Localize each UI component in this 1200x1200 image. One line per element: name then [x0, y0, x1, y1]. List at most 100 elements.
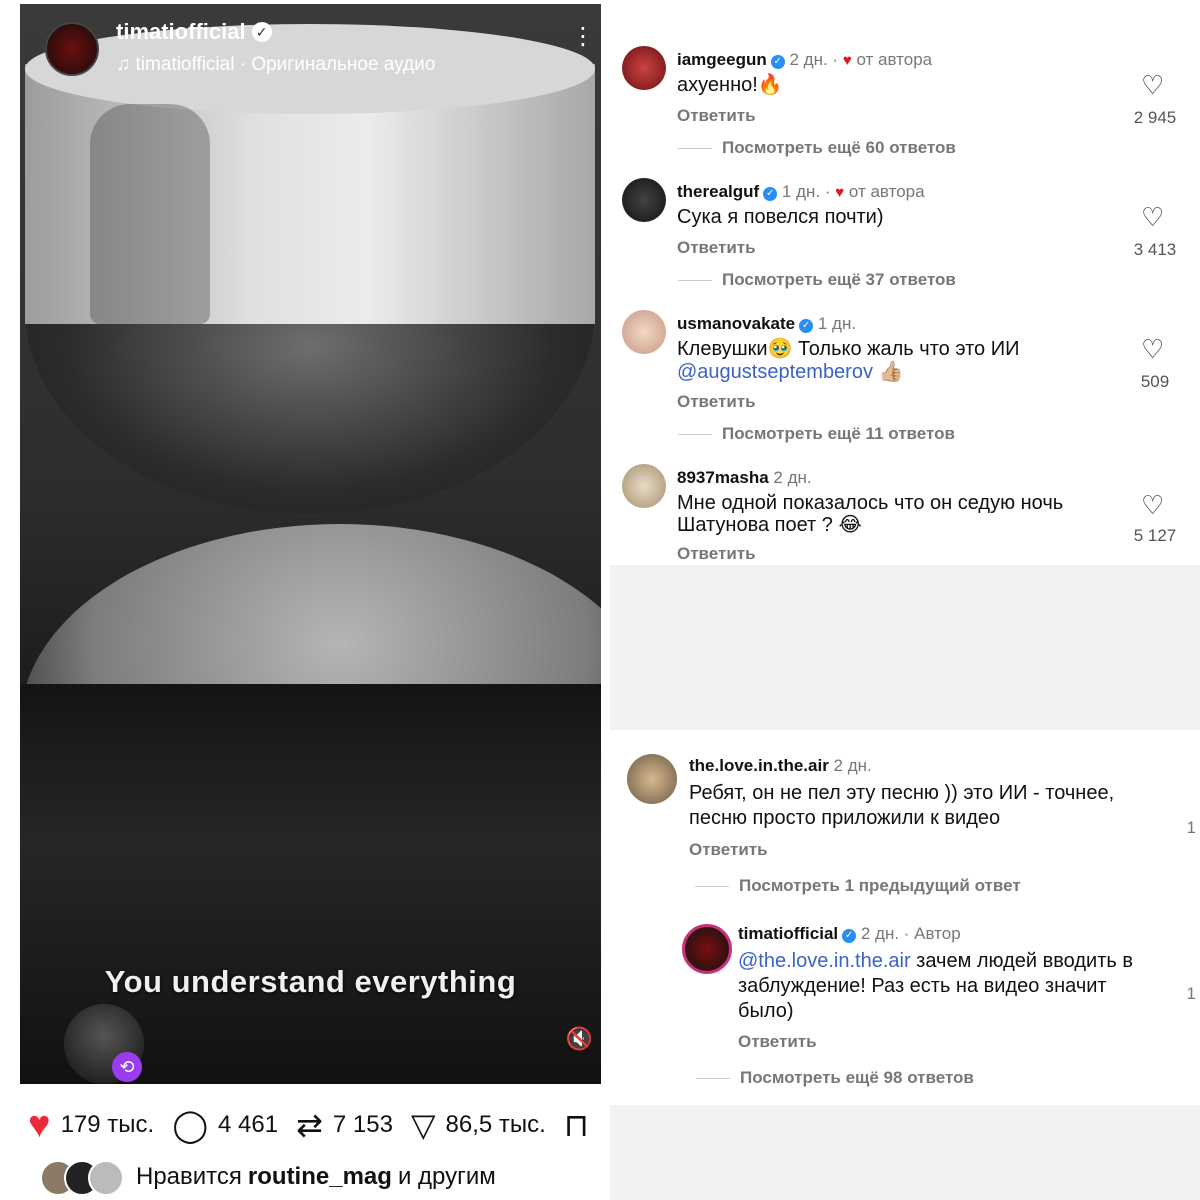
- author-username[interactable]: timatiofficial: [116, 19, 246, 44]
- comment-username[interactable]: iamgeegun ✓ 2 дн. · ♥ от автора: [677, 50, 932, 70]
- post-actions: ♥ 179 тыс. ◯ 4 461 ⇄ 7 153 ▽ 86,5 тыс. ⊓: [28, 1100, 589, 1150]
- performer-silhouette: [90, 104, 210, 324]
- bookmark-icon[interactable]: ⊓: [564, 1106, 589, 1144]
- avatar[interactable]: [627, 754, 677, 804]
- heart-outline-icon[interactable]: ♡: [1141, 70, 1164, 101]
- avatar[interactable]: [622, 46, 666, 90]
- comments-count[interactable]: 4 461: [218, 1111, 278, 1139]
- comment-text-line2: заблуждение! Раз есть на видео значит: [738, 975, 1107, 997]
- author-heart-icon: ♥: [835, 184, 845, 201]
- view-more-replies[interactable]: Посмотреть ещё 37 ответов: [678, 270, 956, 290]
- comment-text-line3: было): [738, 1000, 794, 1022]
- comments-panel-top: iamgeegun ✓ 2 дн. · ♥ от автора ахуенно!🔥…: [610, 0, 1200, 565]
- heart-outline-icon[interactable]: ♡: [1141, 334, 1164, 365]
- liked-by-user[interactable]: routine_mag: [248, 1163, 392, 1191]
- repost-icon[interactable]: ⇄: [296, 1106, 323, 1144]
- comment: 8937masha 2 дн. Мне одной показалось что…: [622, 464, 1200, 564]
- like-count: 5 127: [1133, 526, 1177, 545]
- comment-time: 1 дн.: [817, 314, 857, 333]
- post-panel: timatiofficial ✓ ♫ timatiofficial · Ориги…: [0, 0, 610, 1200]
- audio-label[interactable]: ♫ timatiofficial · Оригинальное аудио: [116, 54, 435, 76]
- music-note-icon: ♫: [116, 54, 131, 75]
- comment: usmanovakate ✓ 1 дн. Клевушки🥹 Только жал…: [622, 310, 1200, 450]
- comment-text-line2: Шатунова поет ? 😂: [677, 514, 862, 536]
- comment-username[interactable]: usmanovakate ✓ 1 дн.: [677, 314, 856, 334]
- author-heart-icon: ♥: [842, 52, 852, 69]
- reposts-count[interactable]: 7 153: [333, 1111, 393, 1139]
- reply-button[interactable]: Ответить: [677, 238, 756, 258]
- liked-by[interactable]: Нравится routine_mag и другим: [40, 1160, 496, 1196]
- more-options-icon[interactable]: ⋮: [571, 25, 595, 49]
- comment: iamgeegun ✓ 2 дн. · ♥ от автора ахуенно!🔥…: [622, 46, 1200, 166]
- comment: therealguf ✓ 1 дн. · ♥ от автора Сука я п…: [622, 178, 1200, 298]
- view-more-replies[interactable]: Посмотреть ещё 98 ответов: [696, 1068, 974, 1088]
- video-subtitle: You understand everything: [104, 964, 517, 999]
- reply-button[interactable]: Ответить: [677, 544, 756, 564]
- comment-text: Сука я повелся почти): [677, 206, 884, 228]
- like-count: 3 413: [1133, 240, 1177, 259]
- liker-avatar: [88, 1160, 124, 1196]
- author-avatar[interactable]: [45, 22, 99, 76]
- like-count-cut: 1: [1186, 984, 1196, 1003]
- reply-comment: timatiofficial ✓ 2 дн. · Автор @the.love.…: [622, 922, 1200, 1102]
- avatar[interactable]: [622, 464, 666, 508]
- like-count: 509: [1140, 372, 1170, 391]
- comment-time: 2 дн. · Автор: [860, 924, 961, 943]
- audio-text[interactable]: timatiofficial · Оригинальное аудио: [136, 54, 436, 75]
- view-more-replies[interactable]: Посмотреть ещё 11 ответов: [678, 424, 955, 444]
- comment-time: 2 дн.: [833, 756, 872, 775]
- comment-text: ахуенно!🔥: [677, 74, 783, 96]
- verified-icon: ✓: [799, 319, 814, 333]
- comment-text-line1: Мне одной показалось что он седую ночь: [677, 492, 1064, 514]
- repost-badge-icon: ⟲: [112, 1052, 142, 1082]
- liked-by-suffix: и другим: [397, 1163, 496, 1190]
- like-count: 2 945: [1133, 108, 1177, 127]
- heart-outline-icon[interactable]: ♡: [1141, 490, 1164, 521]
- comment-username[interactable]: the.love.in.the.air 2 дн.: [689, 756, 872, 776]
- comment-text: Клевушки🥹 Только жаль что это ИИ: [677, 338, 1020, 360]
- share-icon[interactable]: ▽: [411, 1106, 436, 1144]
- comment-text-line1: Ребят, он не пел эту песню )) это ИИ - т…: [689, 782, 1115, 804]
- verified-icon: ✓: [763, 187, 778, 201]
- comment-username[interactable]: 8937masha 2 дн.: [677, 468, 812, 488]
- liked-by-prefix: Нравится: [136, 1163, 242, 1190]
- comment-time: 2 дн.: [789, 50, 828, 69]
- author-liked-tag: от автора: [848, 182, 925, 201]
- reply-button[interactable]: Ответить: [677, 106, 756, 126]
- comments-panel-bottom: the.love.in.the.air 2 дн. Ребят, он не п…: [610, 730, 1200, 1105]
- avatar[interactable]: [682, 924, 732, 974]
- liker-avatars: [40, 1160, 130, 1196]
- author-name[interactable]: timatiofficial ✓: [116, 19, 272, 45]
- comment-username[interactable]: therealguf ✓ 1 дн. · ♥ от автора: [677, 182, 925, 202]
- comment-mention-line: @augustseptemberov 👍🏼: [677, 361, 903, 384]
- verified-icon: ✓: [251, 22, 272, 42]
- avatar[interactable]: [622, 178, 666, 222]
- heart-outline-icon[interactable]: ♡: [1141, 202, 1164, 233]
- like-count-cut: 1: [1186, 818, 1196, 837]
- comment-username[interactable]: timatiofficial ✓ 2 дн. · Автор: [738, 924, 961, 944]
- mention-link[interactable]: @augustseptemberov: [677, 361, 873, 383]
- stage-cylinder-bottom: [25, 304, 595, 514]
- mute-icon[interactable]: 🔇: [566, 1026, 593, 1052]
- comment-text-line2: песню просто приложили к видео: [689, 807, 1001, 829]
- verified-icon: ✓: [770, 55, 785, 69]
- avatar[interactable]: [622, 310, 666, 354]
- comment-icon[interactable]: ◯: [172, 1106, 208, 1144]
- shares-count[interactable]: 86,5 тыс.: [446, 1111, 546, 1139]
- author-liked-tag: от автора: [856, 50, 933, 69]
- reply-button[interactable]: Ответить: [738, 1032, 817, 1052]
- thumbs-up-emoji: 👍🏼: [878, 361, 904, 383]
- view-previous-reply[interactable]: Посмотреть 1 предыдущий ответ: [695, 876, 1021, 896]
- reel-video[interactable]: timatiofficial ✓ ♫ timatiofficial · Ориги…: [20, 4, 601, 1084]
- likes-count[interactable]: 179 тыс.: [61, 1111, 155, 1139]
- comment: the.love.in.the.air 2 дн. Ребят, он не п…: [622, 754, 1200, 904]
- heart-filled-icon[interactable]: ♥: [28, 1104, 51, 1147]
- comment-time: 1 дн.: [781, 182, 821, 201]
- verified-icon: ✓: [842, 929, 857, 943]
- mention-link[interactable]: @the.love.in.the.air: [738, 950, 911, 972]
- comment-time: 2 дн.: [773, 468, 812, 487]
- reply-button[interactable]: Ответить: [677, 392, 756, 412]
- comment-text-line1: @the.love.in.the.air зачем людей вводить…: [738, 950, 1133, 972]
- view-more-replies[interactable]: Посмотреть ещё 60 ответов: [678, 138, 956, 158]
- reply-button[interactable]: Ответить: [689, 840, 768, 860]
